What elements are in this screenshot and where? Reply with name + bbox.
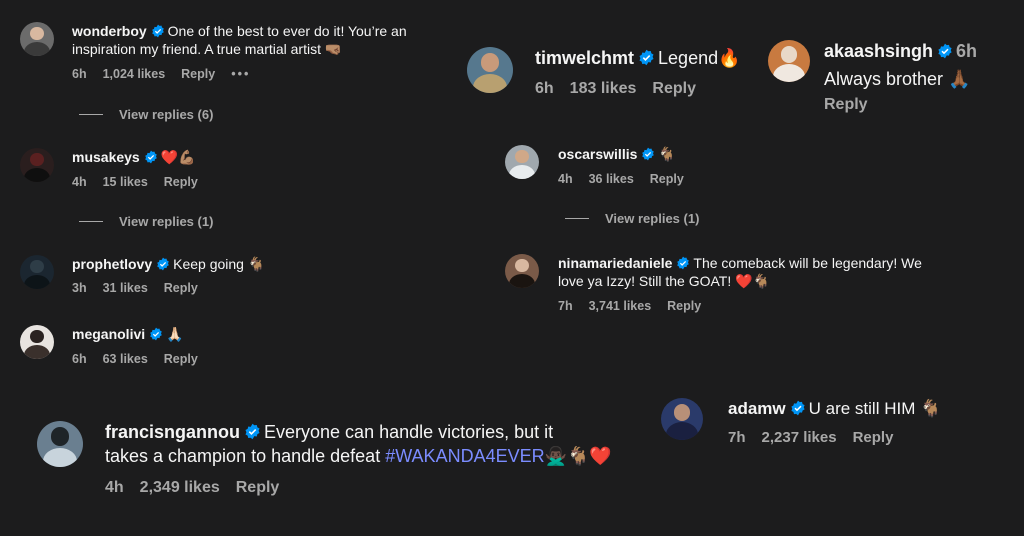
like-count[interactable]: 63 likes	[103, 352, 148, 366]
view-replies-label: View replies (1)	[119, 214, 214, 229]
comment-text-line2: takes a champion to handle defeat	[105, 445, 381, 466]
comment-text: Legend🔥	[658, 48, 741, 68]
comment-text: One of the best to ever do it! You’re an	[167, 23, 407, 39]
comment-text-line2: inspiration my friend. A true martial ar…	[72, 41, 343, 58]
avatar[interactable]	[20, 255, 54, 289]
hashtag-link[interactable]: #WAKANDA4EVER	[385, 446, 544, 466]
comment-adamw: adamw U are still HIM 🐐 7h 2,237 likes Re…	[661, 398, 941, 446]
comment-text: Everyone can handle victories, but it	[264, 422, 554, 442]
verified-badge-icon	[938, 43, 952, 59]
comment-text: U are still HIM 🐐	[808, 399, 942, 418]
username[interactable]: prophetlovy	[72, 256, 152, 272]
view-replies-label: View replies (6)	[119, 107, 214, 122]
avatar[interactable]	[505, 254, 539, 288]
view-replies-button[interactable]: View replies (1)	[79, 214, 213, 229]
reply-button[interactable]: Reply	[164, 175, 198, 189]
divider	[79, 221, 103, 222]
avatar[interactable]	[37, 421, 83, 467]
comment-oscarswillis: oscarswillis 🐐 4h 36 likes Reply	[505, 145, 700, 186]
username[interactable]: meganolivi	[72, 326, 145, 342]
avatar[interactable]	[768, 40, 810, 82]
like-count[interactable]: 2,349 likes	[140, 479, 220, 497]
comment-musakeys: musakeys ❤️💪🏽 4h 15 likes Reply	[20, 148, 214, 189]
verified-badge-icon	[677, 256, 690, 270]
username[interactable]: timwelchmt	[535, 48, 634, 68]
timestamp: 4h	[105, 478, 124, 496]
reply-button[interactable]: Reply	[181, 67, 215, 81]
comment-meganolivi: meganolivi 🙏🏻 6h 63 likes Reply	[20, 325, 214, 366]
avatar[interactable]	[20, 22, 54, 56]
reply-button[interactable]: Reply	[667, 299, 701, 313]
verified-badge-icon	[150, 327, 162, 341]
avatar[interactable]	[20, 148, 54, 182]
reply-button[interactable]: Reply	[650, 172, 684, 186]
timestamp: 7h	[728, 429, 746, 447]
view-replies-button[interactable]: View replies (6)	[79, 107, 213, 122]
reply-button[interactable]: Reply	[164, 281, 198, 295]
timestamp: 6h	[72, 66, 87, 81]
like-count[interactable]: 31 likes	[103, 281, 148, 295]
like-count[interactable]: 183 likes	[570, 80, 637, 98]
username[interactable]: adamw	[728, 399, 786, 418]
like-count[interactable]: 2,237 likes	[762, 429, 837, 446]
verified-badge-icon	[642, 147, 655, 161]
verified-badge-icon	[144, 150, 157, 164]
timestamp: 6h	[72, 352, 87, 367]
verified-badge-icon	[791, 400, 805, 416]
comment-wonderboy: wonderboy One of the best to ever do it! …	[20, 22, 407, 81]
comment-text: 🙏🏻	[166, 327, 184, 343]
comment-text-line2: love ya Izzy! Still the GOAT! ❤️🐐	[558, 273, 770, 290]
timestamp: 6h	[956, 41, 978, 61]
comment-francisngannou: francisngannou Everyone can handle victor…	[37, 421, 612, 497]
username[interactable]: musakeys	[72, 149, 140, 165]
comment-text: 🐐	[658, 147, 676, 163]
comment-prophetlovy: prophetlovy Keep going 🐐 3h 31 likes Repl…	[20, 255, 265, 295]
verified-badge-icon	[157, 257, 169, 271]
comment-text: Keep going 🐐	[173, 256, 266, 272]
comment-timwelchmt: timwelchmt Legend🔥 6h 183 likes Reply	[467, 47, 741, 98]
divider	[79, 114, 103, 115]
username[interactable]: akaashsingh	[824, 41, 933, 61]
divider	[565, 218, 589, 219]
more-options-icon[interactable]: •••	[231, 67, 250, 81]
like-count[interactable]: 3,741 likes	[589, 299, 652, 313]
verified-badge-icon	[639, 49, 654, 66]
like-count[interactable]: 15 likes	[103, 175, 148, 189]
comment-text: ❤️💪🏽	[160, 150, 196, 166]
like-count[interactable]: 36 likes	[589, 172, 634, 186]
verified-badge-icon	[245, 423, 260, 440]
username[interactable]: francisngannou	[105, 422, 240, 442]
reply-button[interactable]: Reply	[853, 429, 894, 446]
emoji-text: 🙅🏿‍♂️🐐❤️	[544, 445, 612, 467]
timestamp: 7h	[558, 298, 573, 313]
reply-button[interactable]: Reply	[164, 352, 198, 366]
view-replies-label: View replies (1)	[605, 211, 700, 226]
comment-text: The comeback will be legendary! We	[693, 255, 922, 271]
username[interactable]: ninamariedaniele	[558, 255, 672, 271]
reply-button[interactable]: Reply	[236, 479, 280, 497]
avatar[interactable]	[505, 145, 539, 179]
view-replies-button[interactable]: View replies (1)	[565, 211, 699, 226]
comment-akaashsingh: akaashsingh 6h Always brother 🙏🏾 Reply	[768, 40, 977, 114]
avatar[interactable]	[661, 398, 703, 440]
like-count[interactable]: 1,024 likes	[103, 67, 166, 81]
username[interactable]: wonderboy	[72, 23, 147, 39]
avatar[interactable]	[20, 325, 54, 359]
comment-ninamariedaniele: ninamariedaniele The comeback will be leg…	[505, 254, 922, 313]
avatar[interactable]	[467, 47, 513, 93]
timestamp: 6h	[535, 79, 554, 97]
reply-button[interactable]: Reply	[652, 80, 696, 98]
username[interactable]: oscarswillis	[558, 146, 637, 162]
verified-badge-icon	[151, 24, 164, 38]
reply-button[interactable]: Reply	[824, 96, 868, 114]
comment-text: Always brother 🙏🏾	[824, 68, 971, 89]
timestamp: 3h	[72, 281, 87, 296]
timestamp: 4h	[72, 175, 87, 190]
timestamp: 4h	[558, 172, 573, 187]
